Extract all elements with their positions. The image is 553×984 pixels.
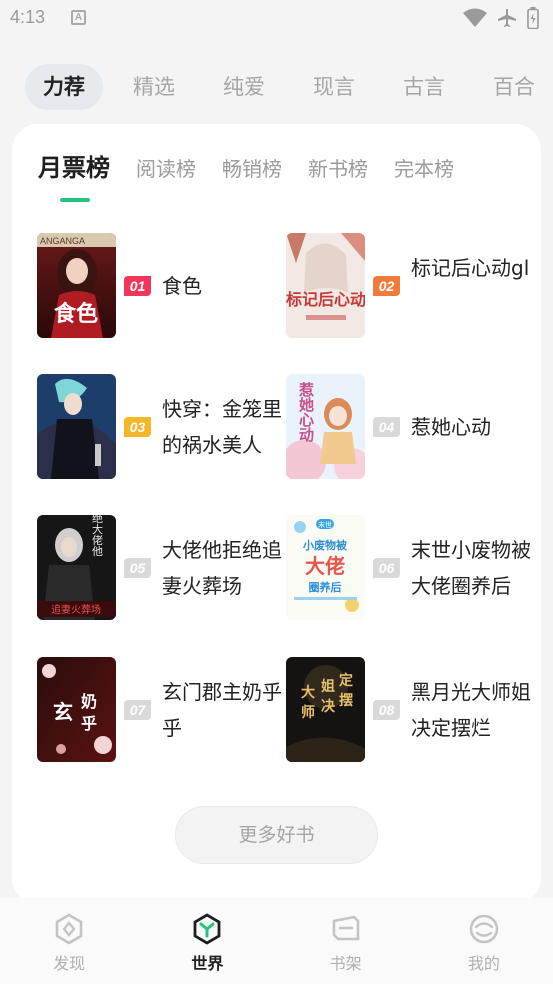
book-item[interactable]: 标记后心动 02 标记后心动gl bbox=[286, 233, 531, 339]
book-cover[interactable] bbox=[37, 374, 116, 479]
tab-chunai[interactable]: 纯爱 bbox=[205, 64, 283, 110]
svg-text:大: 大 bbox=[301, 684, 315, 701]
book-title: 玄门郡主奶乎乎 bbox=[162, 680, 282, 740]
nav-world-label: 世界 bbox=[191, 954, 224, 973]
book-title: 标记后心动gl bbox=[411, 256, 530, 280]
cover-tag-text: 末世 bbox=[318, 520, 332, 529]
nav-discover-label: 发现 bbox=[53, 954, 86, 973]
nav-profile[interactable]: 我的 bbox=[415, 898, 553, 984]
nav-profile-label: 我的 bbox=[467, 954, 500, 973]
ranking-card: 月票榜 阅读榜 畅销榜 新书榜 完本榜 ANGANGA 食色 01 食色 标记后… bbox=[12, 124, 541, 904]
bottom-nav: 发现 世界 书架 我的 bbox=[0, 898, 553, 984]
more-books-button[interactable]: 更多好书 bbox=[175, 806, 378, 864]
notification-icon: A bbox=[71, 10, 86, 25]
world-icon bbox=[193, 913, 221, 945]
ranking-tabs: 月票榜 阅读榜 畅销榜 新书榜 完本榜 bbox=[38, 148, 480, 202]
nav-discover[interactable]: 发现 bbox=[0, 898, 138, 984]
book-cover[interactable]: 惹她心动 bbox=[286, 374, 365, 479]
book-item[interactable]: 玄 奶 乎 07 玄门郡主奶乎乎 bbox=[37, 657, 282, 763]
book-item[interactable]: 大 师 姐 决 定 摆 08 黑月光大师姐决定摆烂 bbox=[286, 657, 531, 763]
tab-new-books[interactable]: 新书榜 bbox=[308, 149, 368, 189]
rank-badge: 03 bbox=[124, 417, 151, 437]
book-title: 惹她心动 bbox=[411, 415, 491, 439]
svg-text:摆: 摆 bbox=[339, 692, 353, 709]
book-item[interactable]: 03 快穿：金笼里的祸水美人 bbox=[37, 374, 282, 480]
status-bar: 4:13 A bbox=[0, 0, 553, 38]
rank-badge: 02 bbox=[373, 276, 400, 296]
book-cover[interactable]: 玄 奶 乎 bbox=[37, 657, 116, 762]
book-title: 黑月光大师姐决定摆烂 bbox=[411, 680, 531, 740]
tab-reading[interactable]: 阅读榜 bbox=[136, 149, 196, 189]
tab-liijian[interactable]: 力荐 bbox=[25, 64, 103, 110]
cover-top-text: ANGANGA bbox=[40, 236, 85, 246]
rank-badge: 07 bbox=[124, 700, 151, 720]
status-icons bbox=[463, 7, 539, 29]
svg-text:师: 师 bbox=[301, 704, 315, 721]
svg-text:乎: 乎 bbox=[81, 714, 97, 733]
cover-title-text: 食色 bbox=[54, 301, 98, 327]
book-cover[interactable]: ANGANGA 食色 bbox=[37, 233, 116, 338]
svg-text:小废物被: 小废物被 bbox=[302, 538, 348, 552]
book-title: 快穿：金笼里的祸水美人 bbox=[162, 397, 282, 457]
battery-icon bbox=[527, 7, 539, 29]
book-cover[interactable]: 拒绝大佬他 追妻火葬场 bbox=[37, 515, 116, 620]
rank-badge: 08 bbox=[373, 700, 400, 720]
tab-guyan[interactable]: 古言 bbox=[385, 64, 463, 110]
tab-baihe[interactable]: 百合 bbox=[475, 64, 553, 110]
svg-text:玄: 玄 bbox=[53, 700, 73, 724]
wifi-icon bbox=[463, 8, 487, 28]
book-item[interactable]: 惹她心动 04 惹她心动 bbox=[286, 374, 531, 480]
book-cover[interactable]: 标记后心动 bbox=[286, 233, 365, 338]
svg-text:大佬: 大佬 bbox=[305, 554, 345, 578]
bookshelf-icon bbox=[332, 915, 359, 941]
nav-bookshelf-label: 书架 bbox=[329, 954, 362, 973]
svg-text:姐: 姐 bbox=[321, 678, 335, 695]
status-time: 4:13 bbox=[10, 7, 46, 27]
cover-title-text: 惹她心动 bbox=[297, 381, 315, 443]
airplane-icon bbox=[497, 8, 517, 28]
rank-badge: 06 bbox=[373, 558, 400, 578]
app-screen: 4:13 A 力荐 精选 纯爱 现言 古言 百合 幻 月票榜 bbox=[0, 0, 553, 984]
active-tab-indicator bbox=[60, 198, 90, 202]
nav-world[interactable]: 世界 bbox=[138, 898, 276, 984]
tab-bestseller[interactable]: 畅销榜 bbox=[222, 149, 282, 189]
cover-title-text: 拒绝大佬他 bbox=[91, 515, 104, 557]
cover-subtitle-text: 追妻火葬场 bbox=[51, 603, 101, 616]
book-item[interactable]: 末世 小废物被 大佬 圈养后 06 末世小废物被大佬圈养后 bbox=[286, 515, 531, 621]
book-cover[interactable]: 大 师 姐 决 定 摆 bbox=[286, 657, 365, 762]
discover-icon bbox=[55, 913, 83, 945]
tab-xianyan[interactable]: 现言 bbox=[295, 64, 373, 110]
svg-text:圈养后: 圈养后 bbox=[309, 580, 342, 594]
rank-badge: 04 bbox=[373, 417, 400, 437]
svg-text:奶: 奶 bbox=[81, 692, 97, 711]
tab-completed[interactable]: 完本榜 bbox=[394, 149, 454, 189]
book-item[interactable]: ANGANGA 食色 01 食色 bbox=[37, 233, 282, 339]
nav-bookshelf[interactable]: 书架 bbox=[277, 898, 415, 984]
category-tabs: 力荐 精选 纯爱 现言 古言 百合 幻 bbox=[25, 64, 553, 110]
profile-icon bbox=[469, 914, 499, 944]
book-title: 大佬他拒绝追妻火葬场 bbox=[162, 538, 282, 598]
book-item[interactable]: 拒绝大佬他 追妻火葬场 05 大佬他拒绝追妻火葬场 bbox=[37, 515, 282, 621]
rank-badge: 05 bbox=[124, 558, 151, 578]
tab-monthly-ticket-label: 月票榜 bbox=[38, 154, 110, 182]
book-cover[interactable]: 末世 小废物被 大佬 圈养后 bbox=[286, 515, 365, 620]
svg-text:定: 定 bbox=[339, 672, 353, 689]
cover-title-text: 标记后心动 bbox=[286, 290, 365, 309]
svg-text:决: 决 bbox=[321, 698, 336, 715]
book-title: 末世小废物被大佬圈养后 bbox=[411, 538, 531, 598]
rank-badge: 01 bbox=[124, 276, 151, 296]
tab-monthly-ticket[interactable]: 月票榜 bbox=[38, 148, 110, 202]
tab-jingxuan[interactable]: 精选 bbox=[115, 64, 193, 110]
book-title: 食色 bbox=[162, 274, 202, 298]
